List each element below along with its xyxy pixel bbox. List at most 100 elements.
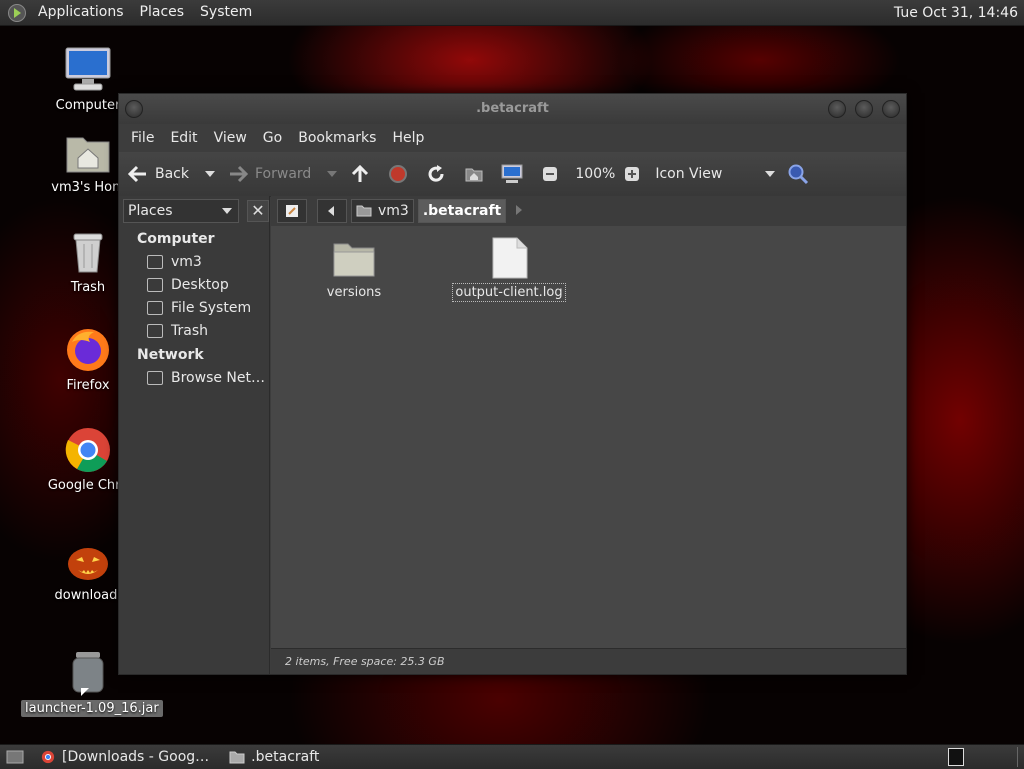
path-segment-label: .betacraft: [422, 203, 502, 219]
toolbar: Back Forward 100% Icon View: [119, 152, 906, 197]
pumpkin-image-icon: [64, 536, 112, 584]
network-icon: [147, 370, 163, 385]
sidebar-item-file-system[interactable]: File System: [119, 296, 269, 319]
file-name: versions: [326, 285, 382, 300]
firefox-icon: [64, 326, 112, 374]
view-mode-label: Icon View: [655, 166, 723, 182]
home-folder-icon: [64, 128, 112, 176]
reload-icon: [425, 163, 447, 185]
workspace-switcher[interactable]: [948, 748, 964, 766]
show-desktop-icon: [6, 750, 24, 764]
panel-divider: [1017, 747, 1018, 767]
sidebar-item-browse-network[interactable]: Browse Net…: [119, 366, 269, 389]
menu-view[interactable]: View: [206, 130, 255, 146]
taskbar-item-betacraft[interactable]: .betacraft: [221, 746, 327, 768]
clock[interactable]: Tue Oct 31, 14:46: [894, 5, 1024, 21]
maximize-button[interactable]: [855, 100, 873, 118]
path-scroll-right-icon[interactable]: [516, 204, 524, 219]
folder-icon: [332, 236, 376, 280]
reload-button[interactable]: [425, 163, 453, 185]
home-folder-icon: [147, 254, 163, 269]
up-arrow-icon: [349, 163, 371, 185]
window-titlebar[interactable]: .betacraft: [119, 94, 906, 124]
stop-button[interactable]: [387, 163, 415, 185]
file-item-output-client-log[interactable]: output-client.log: [439, 226, 579, 302]
menu-help[interactable]: Help: [384, 130, 432, 146]
search-button[interactable]: [787, 163, 815, 185]
taskbar-item-downloads[interactable]: [Downloads - Goog…: [32, 746, 217, 768]
back-label: Back: [155, 166, 189, 182]
sidebar: Places ✕ Computer vm3 Desktop File Syste…: [119, 196, 270, 674]
sidebar-item-label: vm3: [171, 253, 202, 270]
zoom-in-button[interactable]: [621, 163, 645, 185]
back-arrow-icon: [127, 163, 149, 185]
forward-history-dropdown-icon[interactable]: [327, 171, 338, 177]
forward-arrow-icon: [227, 163, 249, 185]
path-segment-vm3[interactable]: vm3: [351, 199, 414, 223]
file-view: vm3 .betacraft versions output-client.lo…: [271, 196, 906, 674]
sidebar-item-label: Desktop: [171, 276, 229, 293]
home-folder-icon: [356, 205, 372, 217]
bottom-panel: [Downloads - Goog… .betacraft: [0, 744, 1024, 769]
trash-icon: [147, 323, 163, 338]
close-button[interactable]: [882, 100, 900, 118]
zoom-in-icon: [621, 163, 643, 185]
menu-edit[interactable]: Edit: [162, 130, 205, 146]
path-segment-label: vm3: [378, 203, 409, 219]
view-mode-select[interactable]: Icon View: [655, 166, 755, 182]
zoom-level[interactable]: 100%: [575, 166, 615, 182]
file-item-versions[interactable]: versions: [284, 226, 424, 301]
minimize-button[interactable]: [828, 100, 846, 118]
close-sidebar-icon[interactable]: ✕: [247, 200, 269, 222]
back-button[interactable]: Back: [127, 163, 189, 185]
computer-button[interactable]: [501, 163, 529, 185]
chevron-down-icon: [222, 208, 232, 214]
drive-icon: [147, 300, 163, 315]
sidebar-item-trash[interactable]: Trash: [119, 319, 269, 342]
computer-icon: [64, 46, 112, 94]
mouse-cursor-icon: [81, 688, 89, 696]
distro-logo-icon[interactable]: [8, 3, 26, 22]
menubar: File Edit View Go Bookmarks Help: [119, 124, 906, 152]
sidebar-selector-label: Places: [128, 203, 173, 219]
file-name: output-client.log: [452, 283, 566, 302]
menu-file[interactable]: File: [123, 130, 162, 146]
back-history-dropdown-icon[interactable]: [205, 171, 215, 177]
sidebar-item-label: Trash: [171, 322, 208, 339]
stop-icon: [387, 163, 409, 185]
path-scroll-left-icon[interactable]: [317, 199, 347, 223]
sidebar-selector[interactable]: Places: [123, 199, 239, 223]
zoom-out-button[interactable]: [539, 163, 565, 185]
desktop-icon-label: launcher-1.09_16.jar: [21, 700, 163, 717]
taskbar-item-label: .betacraft: [251, 749, 320, 765]
menu-go[interactable]: Go: [255, 130, 290, 146]
applications-menu[interactable]: Applications: [30, 0, 132, 25]
edit-location-button[interactable]: [277, 199, 307, 223]
sidebar-item-vm3[interactable]: vm3: [119, 250, 269, 273]
sidebar-item-label: Browse Net…: [171, 369, 266, 386]
view-mode-dropdown-icon[interactable]: [765, 171, 776, 177]
window-title: .betacraft: [476, 101, 549, 116]
menu-bookmarks[interactable]: Bookmarks: [290, 130, 384, 146]
pencil-icon: [286, 205, 298, 217]
places-menu[interactable]: Places: [132, 0, 193, 25]
zoom-out-icon: [539, 163, 561, 185]
path-segment-betacraft[interactable]: .betacraft: [417, 199, 507, 223]
forward-button[interactable]: Forward: [227, 163, 311, 185]
home-icon: [463, 163, 485, 185]
path-bar: vm3 .betacraft: [271, 196, 906, 226]
system-menu[interactable]: System: [192, 0, 260, 25]
trash-icon: [64, 228, 112, 276]
chrome-icon: [64, 426, 112, 474]
sidebar-section-network: Network: [137, 347, 204, 363]
taskbar-item-label: [Downloads - Goog…: [62, 749, 210, 765]
search-icon: [787, 163, 809, 185]
show-desktop-button[interactable]: [2, 746, 28, 768]
sidebar-item-desktop[interactable]: Desktop: [119, 273, 269, 296]
file-area[interactable]: versions output-client.log: [271, 226, 906, 646]
up-button[interactable]: [349, 163, 377, 185]
home-button[interactable]: [463, 163, 491, 185]
window-menu-button[interactable]: [125, 100, 143, 118]
status-bar: 2 items, Free space: 25.3 GB: [271, 648, 906, 674]
forward-label: Forward: [255, 166, 312, 182]
